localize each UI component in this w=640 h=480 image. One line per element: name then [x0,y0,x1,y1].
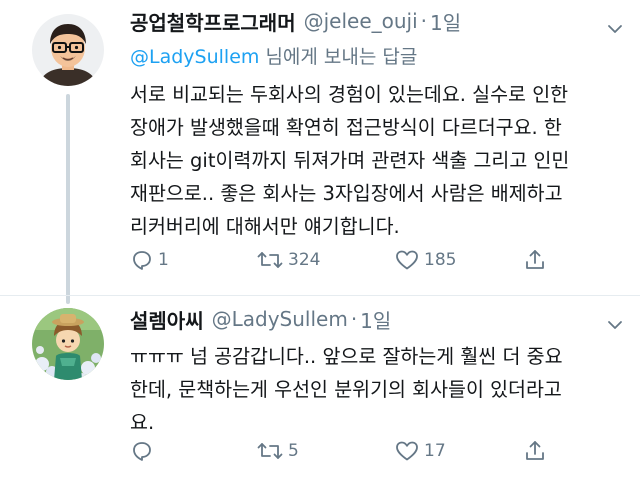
reply-button[interactable] [130,436,158,466]
heart-icon [396,441,418,461]
reply-button[interactable]: 1 [130,245,169,275]
retweet-icon [257,252,283,268]
action-bar: 1 324 185 [130,245,610,275]
tweet-thread: 공업철학프로그래머 @jelee_ouji · 1일 @LadySullem 님… [0,0,640,480]
retweet-count: 324 [288,250,321,270]
like-count: 185 [424,250,457,270]
share-icon [526,250,544,269]
user-handle[interactable]: @LadySullem [212,307,348,331]
heart-icon [396,250,418,270]
tweet-header: 설렘아씨 @LadySullem · 1일 [130,304,620,334]
tweet-content: 설렘아씨 @LadySullem · 1일 ㅠㅠㅠ 넘 공감갑니다.. 앞으로 … [130,304,620,439]
share-icon [526,441,544,460]
like-count: 17 [424,441,446,461]
reply-context: @LadySullem 님에게 보내는 답글 [130,42,620,72]
share-button[interactable] [523,245,547,275]
user-handle[interactable]: @jelee_ouji [304,9,418,33]
reply-count: 1 [158,250,169,270]
reply-icon [133,442,151,461]
thread-connector-line [66,94,70,304]
tweet-text: 서로 비교되는 두회사의 경험이 있는데요. 실수로 인한 장애가 발생했을때 … [130,83,570,238]
tweet[interactable]: 설렘아씨 @LadySullem · 1일 ㅠㅠㅠ 넘 공감갑니다.. 앞으로 … [0,296,640,480]
chevron-down-icon[interactable] [604,18,626,40]
action-bar: 5 17 [130,436,610,466]
reply-icon [133,251,151,270]
garden-character-avatar-icon [32,308,104,380]
display-name[interactable]: 공업철학프로그래머 [130,7,296,36]
separator: · [420,9,428,33]
avatar[interactable] [32,14,104,86]
retweet-count: 5 [288,441,299,461]
tweet-header: 공업철학프로그래머 @jelee_ouji · 1일 [130,6,620,36]
cartoon-man-glasses-avatar-icon [32,14,104,86]
display-name[interactable]: 설렘아씨 [130,305,204,334]
like-button[interactable]: 17 [394,436,446,466]
mention-link[interactable]: @LadySullem [130,46,259,68]
timestamp[interactable]: 1일 [430,7,461,36]
reply-label: 님에게 보내는 답글 [259,46,418,68]
timestamp[interactable]: 1일 [360,305,391,334]
share-button[interactable] [523,436,547,466]
retweet-button[interactable]: 5 [256,436,299,466]
tweet-text: ㅠㅠㅠ 넘 공감갑니다.. 앞으로 잘하는게 훨씬 더 중요 한데, 문책하는게… [130,345,563,434]
chevron-down-icon[interactable] [604,314,626,336]
tweet[interactable]: 공업철학프로그래머 @jelee_ouji · 1일 @LadySullem 님… [0,0,640,304]
retweet-button[interactable]: 324 [256,245,320,275]
separator: · [350,307,358,331]
avatar[interactable] [32,308,104,380]
retweet-icon [257,443,283,459]
like-button[interactable]: 185 [394,245,456,275]
tweet-content: 공업철학프로그래머 @jelee_ouji · 1일 @LadySullem 님… [130,6,620,243]
